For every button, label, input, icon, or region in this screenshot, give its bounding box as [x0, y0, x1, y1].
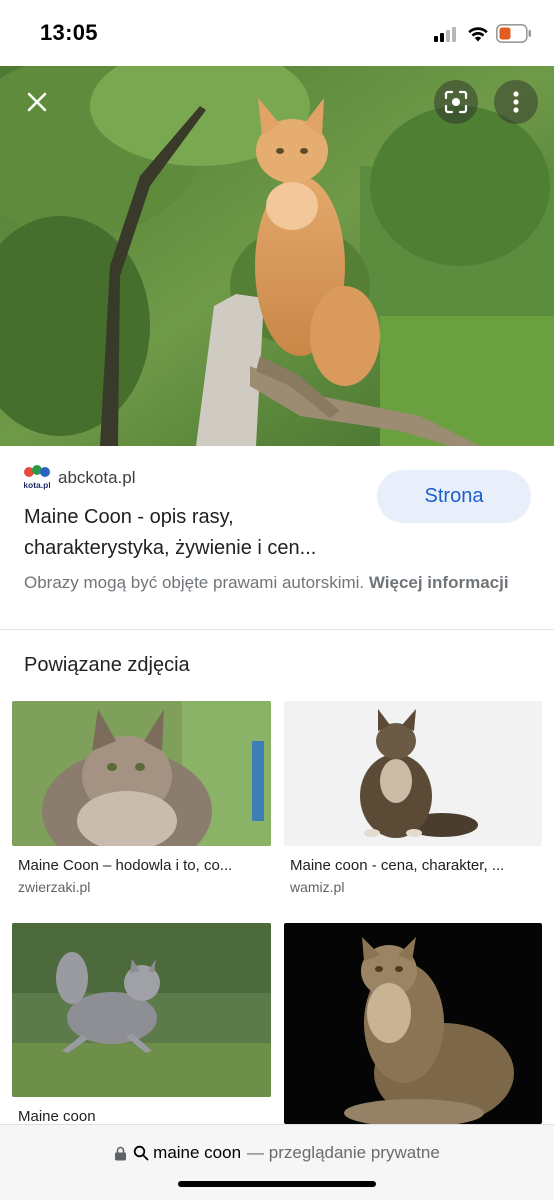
related-heading: Powiązane zdjęcia	[24, 654, 190, 676]
lens-button[interactable]	[434, 80, 478, 124]
related-card[interactable]: Maine coon - cena, charakter, ... wamiz.…	[284, 701, 542, 901]
site-favicon: kota.pl	[24, 465, 50, 491]
status-time: 13:05	[40, 20, 98, 45]
cellular-signal-icon	[434, 26, 460, 42]
related-title: Maine coon	[18, 1108, 96, 1125]
address-field[interactable]: maine coon — przeglądanie prywatne	[0, 1143, 554, 1163]
safari-address-bar[interactable]: maine coon — przeglądanie prywatne	[0, 1124, 554, 1200]
hero-image[interactable]	[0, 66, 554, 446]
search-query: maine coon	[153, 1143, 242, 1162]
maine-coon-photo-2	[284, 701, 542, 846]
status-bar: 13:05	[0, 0, 554, 66]
lens-icon	[444, 90, 468, 114]
home-indicator[interactable]	[178, 1181, 376, 1187]
close-button[interactable]	[15, 80, 59, 124]
related-thumbnail[interactable]	[12, 701, 271, 846]
wifi-icon	[468, 27, 488, 42]
maine-coon-photo-1	[12, 701, 271, 846]
copyright-notice: Obrazy mogą być objęte prawami autorskim…	[24, 571, 530, 595]
related-card[interactable]: Maine Coon – hodowla i to, co... zwierza…	[12, 701, 271, 901]
search-icon	[133, 1145, 149, 1161]
related-card[interactable]: Maine coon	[12, 923, 271, 1125]
related-title: Maine Coon – hodowla i to, co...	[18, 857, 233, 874]
more-vert-icon	[513, 91, 519, 113]
visit-page-button[interactable]: Strona	[377, 470, 531, 523]
source-row[interactable]: kota.pl abckota.pl	[24, 465, 136, 491]
related-card[interactable]	[284, 923, 542, 1124]
cat-on-branch-photo	[0, 66, 554, 446]
more-options-button[interactable]	[494, 80, 538, 124]
related-thumbnail[interactable]	[12, 923, 271, 1097]
result-title[interactable]: Maine Coon - opis rasy, charakterystyka,…	[24, 502, 374, 564]
related-thumbnail[interactable]	[284, 701, 542, 846]
battery-icon	[496, 24, 531, 43]
browsing-mode: — przeglądanie prywatne	[247, 1143, 440, 1162]
svg-text:kota.pl: kota.pl	[24, 480, 50, 490]
more-info-link[interactable]: Więcej informacji	[369, 573, 509, 592]
copyright-text: Obrazy mogą być objęte prawami autorskim…	[24, 573, 365, 592]
related-source: zwierzaki.pl	[18, 879, 91, 895]
battery-level	[499, 27, 511, 40]
section-divider	[0, 629, 554, 630]
source-domain[interactable]: abckota.pl	[58, 468, 136, 488]
related-title: Maine coon - cena, charakter, ...	[290, 857, 505, 874]
close-icon	[27, 92, 47, 112]
related-source: wamiz.pl	[290, 879, 345, 895]
related-thumbnail[interactable]	[284, 923, 542, 1124]
maine-coon-photo-4	[284, 923, 542, 1124]
lock-icon	[115, 1146, 127, 1160]
maine-coon-photo-3	[12, 923, 271, 1097]
